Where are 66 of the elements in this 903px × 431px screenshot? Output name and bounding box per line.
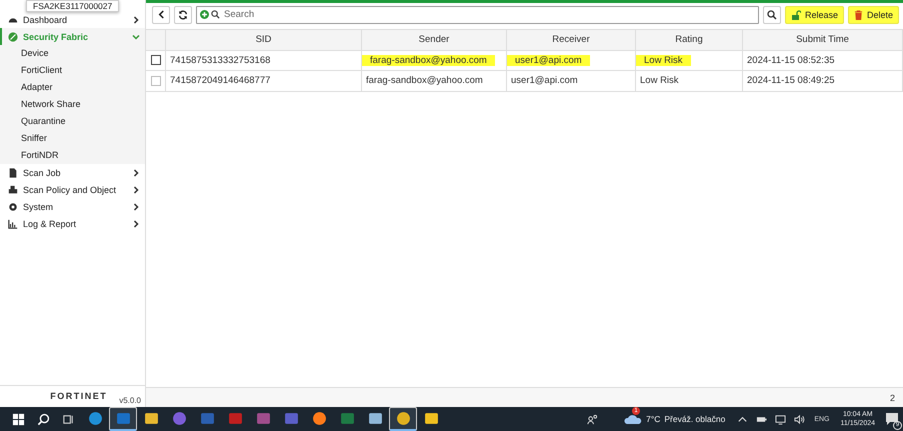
chevron-icon [132,32,140,40]
search-field[interactable]: Search [196,6,759,24]
table-cell: 2024-11-15 08:49:25 [747,75,835,86]
chevron-icon [132,202,140,210]
table-cell: user1@api.com [507,54,590,66]
chevron-icon [132,16,140,24]
search-icon[interactable] [37,412,50,426]
row-checkbox[interactable] [150,76,160,86]
column-header[interactable]: Receiver [507,30,636,50]
sidebar-subitem[interactable]: Network Share [0,96,145,113]
result-count: 2 [890,392,895,402]
delete-button[interactable]: Delete [848,6,899,24]
chevron-icon [132,220,140,228]
table-cell: 7415875313332753168 [170,54,270,66]
sidebar-item[interactable]: Scan Job [0,164,145,181]
sidebar-item[interactable]: System [0,198,145,215]
trash-icon [854,10,863,20]
column-header[interactable]: SID [166,30,362,50]
cloud-icon[interactable] [624,413,642,425]
temperature: 7°C [646,414,660,424]
table-cell: Low Risk [640,75,679,86]
release-button[interactable]: Release [784,6,844,24]
version-label: v5.0.0 [119,396,141,405]
notification-icon[interactable] [885,412,899,426]
table-cell: 2024-11-15 08:52:35 [747,54,835,66]
file-icon [8,168,18,178]
sidebar-subitem[interactable]: FortiClient [0,62,145,79]
search-icon [766,10,777,20]
fortinet-logo: FORTINET [50,391,108,401]
search-button[interactable] [762,6,781,24]
chevron-icon [132,168,140,176]
row-checkbox[interactable] [150,55,160,66]
volume-icon[interactable] [794,414,806,424]
refresh-icon [178,10,188,20]
refresh-button[interactable] [174,6,192,24]
people-icon[interactable] [587,414,598,424]
table-cell: Low Risk [636,54,691,66]
chart-icon [8,218,18,228]
sidebar-subitem[interactable]: Sniffer [0,130,145,147]
task-view-icon[interactable] [62,412,75,426]
app-icon[interactable] [109,407,137,431]
column-header[interactable]: Submit Time [743,30,903,50]
back-button[interactable] [152,6,170,24]
sidebar-subitem[interactable]: FortiNDR [0,147,145,164]
sidebar-item[interactable]: Log & Report [0,215,145,232]
sidebar-item[interactable]: Scan Policy and Object [0,181,145,198]
sidebar-subitem[interactable]: Adapter [0,79,145,96]
table-cell: farag-sandbox@yahoo.com [362,54,495,66]
printer-icon [8,184,18,194]
unlock-icon [790,10,801,20]
table-cell: user1@api.com [511,75,578,86]
sidebar-subitem[interactable]: Quarantine [0,113,145,130]
app-icon[interactable] [389,407,417,431]
table-cell: 7415872049146468777 [170,75,270,86]
back-icon [158,10,164,19]
table-cell: farag-sandbox@yahoo.com [366,75,483,86]
chevron-icon [132,186,140,194]
column-header[interactable]: Sender [362,30,507,50]
windows-start-icon[interactable] [12,412,25,426]
gear-icon [8,202,18,212]
column-header[interactable]: Rating [636,30,743,50]
network-icon[interactable] [775,414,786,424]
weather-text: Převáž. oblačno [664,414,726,424]
tooltip: FSA2KE3117000027 [26,0,120,12]
sidebar-subitem[interactable]: Device [0,45,145,62]
sidebar-item[interactable]: Dashboard [0,11,145,28]
